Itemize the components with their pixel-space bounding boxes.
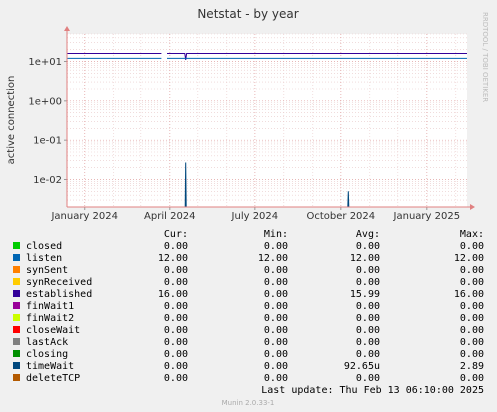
legend-label-synReceived: synReceived bbox=[26, 277, 92, 288]
legend-label-established: established bbox=[26, 289, 92, 300]
legend-avg-closed: 0.00 bbox=[356, 241, 380, 252]
legend-cur-timeWait: 0.00 bbox=[164, 361, 188, 372]
series-spike-timeWait bbox=[347, 191, 350, 208]
legend-min-finWait1: 0.00 bbox=[264, 301, 288, 312]
legend-label-closed: closed bbox=[26, 241, 62, 252]
legend-max-closed: 0.00 bbox=[460, 241, 484, 252]
legend-cur-closeWait: 0.00 bbox=[164, 325, 188, 336]
y-axis-label: active connection bbox=[6, 76, 17, 165]
legend-swatch-synSent bbox=[13, 266, 20, 273]
legend-cur-finWait2: 0.00 bbox=[164, 313, 188, 324]
legend-swatch-closeWait bbox=[13, 326, 20, 333]
legend-cur-established: 16.00 bbox=[158, 289, 188, 300]
legend-label-closeWait: closeWait bbox=[26, 325, 80, 336]
legend-min-synReceived: 0.00 bbox=[264, 277, 288, 288]
legend-cur-listen: 12.00 bbox=[158, 253, 188, 264]
legend-swatch-lastAck bbox=[13, 338, 20, 345]
legend-min-closing: 0.00 bbox=[264, 349, 288, 360]
legend-label-lastAck: lastAck bbox=[26, 337, 68, 348]
legend-avg-synReceived: 0.00 bbox=[356, 277, 380, 288]
chart-title: Netstat - by year bbox=[197, 7, 298, 21]
legend-avg-listen: 12.00 bbox=[350, 253, 380, 264]
legend-header-min: Min: bbox=[264, 229, 288, 240]
legend-min-synSent: 0.00 bbox=[264, 265, 288, 276]
legend-label-synSent: synSent bbox=[26, 265, 68, 276]
legend-max-timeWait: 2.89 bbox=[460, 361, 484, 372]
x-tick-label: January 2025 bbox=[393, 211, 461, 222]
legend-swatch-finWait1 bbox=[13, 302, 20, 309]
legend-max-closing: 0.00 bbox=[460, 349, 484, 360]
legend-header-max: Max: bbox=[460, 229, 484, 240]
x-tick-label: October 2024 bbox=[307, 211, 376, 222]
legend-max-established: 16.00 bbox=[454, 289, 484, 300]
legend-max-closeWait: 0.00 bbox=[460, 325, 484, 336]
y-tick-label: 1e-02 bbox=[33, 175, 62, 186]
legend-avg-finWait1: 0.00 bbox=[356, 301, 380, 312]
legend-swatch-closed bbox=[13, 242, 20, 249]
x-tick-label: July 2024 bbox=[231, 211, 279, 222]
series-spike-timeWait bbox=[184, 162, 187, 208]
legend-cur-deleteTCP: 0.00 bbox=[164, 373, 188, 384]
legend-cur-lastAck: 0.00 bbox=[164, 337, 188, 348]
legend-avg-deleteTCP: 0.00 bbox=[356, 373, 380, 384]
legend-min-deleteTCP: 0.00 bbox=[264, 373, 288, 384]
legend-avg-lastAck: 0.00 bbox=[356, 337, 380, 348]
rrdtool-watermark: RRDTOOL / TOBI OETIKER bbox=[481, 12, 489, 102]
legend-cur-closed: 0.00 bbox=[164, 241, 188, 252]
legend-label-deleteTCP: deleteTCP bbox=[26, 373, 80, 384]
legend-label-finWait1: finWait1 bbox=[26, 301, 74, 312]
legend-avg-synSent: 0.00 bbox=[356, 265, 380, 276]
munin-version: Munin 2.0.33-1 bbox=[222, 399, 275, 407]
y-tick-label: 1e+01 bbox=[28, 57, 62, 68]
chart-legend: Cur: Min: Avg: Max:closed 0.00 0.00 0.00 0.00li… bbox=[13, 229, 484, 384]
legend-label-closing: closing bbox=[26, 349, 68, 360]
legend-max-deleteTCP: 0.00 bbox=[460, 373, 484, 384]
y-tick-label: 1e+00 bbox=[28, 96, 62, 107]
legend-label-timeWait: timeWait bbox=[26, 361, 74, 372]
legend-min-closeWait: 0.00 bbox=[264, 325, 288, 336]
legend-swatch-timeWait bbox=[13, 362, 20, 369]
legend-label-finWait2: finWait2 bbox=[26, 313, 74, 324]
legend-min-timeWait: 0.00 bbox=[264, 361, 288, 372]
legend-max-lastAck: 0.00 bbox=[460, 337, 484, 348]
legend-cur-closing: 0.00 bbox=[164, 349, 188, 360]
legend-min-closed: 0.00 bbox=[264, 241, 288, 252]
legend-avg-closing: 0.00 bbox=[356, 349, 380, 360]
legend-min-listen: 12.00 bbox=[258, 253, 288, 264]
x-tick-label: April 2024 bbox=[144, 211, 195, 222]
legend-max-listen: 12.00 bbox=[454, 253, 484, 264]
netstat-chart: 1e+01 1e+00 1e-01 1e-02 January 2024 April 20… bbox=[6, 7, 489, 407]
legend-max-finWait1: 0.00 bbox=[460, 301, 484, 312]
legend-header-cur: Cur: bbox=[164, 229, 188, 240]
legend-avg-established: 15.99 bbox=[350, 289, 380, 300]
y-tick-label: 1e-01 bbox=[33, 136, 62, 147]
legend-swatch-deleteTCP bbox=[13, 374, 20, 381]
legend-cur-synSent: 0.00 bbox=[164, 265, 188, 276]
legend-swatch-closing bbox=[13, 350, 20, 357]
legend-avg-finWait2: 0.00 bbox=[356, 313, 380, 324]
legend-avg-closeWait: 0.00 bbox=[356, 325, 380, 336]
y-axis-arrow bbox=[64, 26, 70, 31]
last-update-text: Last update: Thu Feb 13 06:10:00 2025 bbox=[261, 385, 484, 396]
legend-max-synReceived: 0.00 bbox=[460, 277, 484, 288]
legend-cur-finWait1: 0.00 bbox=[164, 301, 188, 312]
legend-header-avg: Avg: bbox=[356, 229, 380, 240]
legend-max-synSent: 0.00 bbox=[460, 265, 484, 276]
legend-cur-synReceived: 0.00 bbox=[164, 277, 188, 288]
legend-min-finWait2: 0.00 bbox=[264, 313, 288, 324]
legend-avg-timeWait: 92.65u bbox=[344, 361, 380, 372]
legend-label-listen: listen bbox=[26, 253, 62, 264]
legend-swatch-established bbox=[13, 290, 20, 297]
legend-min-established: 0.00 bbox=[264, 289, 288, 300]
x-tick-label: January 2024 bbox=[50, 211, 118, 222]
legend-swatch-listen bbox=[13, 254, 20, 261]
legend-swatch-finWait2 bbox=[13, 314, 20, 321]
legend-min-lastAck: 0.00 bbox=[264, 337, 288, 348]
legend-swatch-synReceived bbox=[13, 278, 20, 285]
legend-max-finWait2: 0.00 bbox=[460, 313, 484, 324]
x-axis-arrow bbox=[470, 204, 475, 210]
